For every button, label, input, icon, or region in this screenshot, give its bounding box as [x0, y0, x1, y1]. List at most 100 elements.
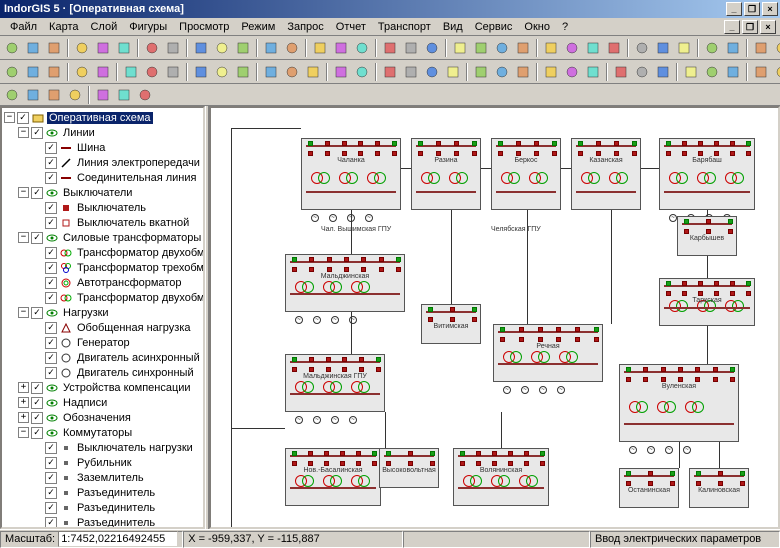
switch-icon[interactable]	[375, 151, 380, 156]
toolbar-button[interactable]	[513, 62, 533, 82]
menu-help[interactable]: ?	[556, 20, 574, 34]
tree-node[interactable]: Трансформатор двухобмоточный	[4, 290, 201, 305]
switch-icon[interactable]	[678, 377, 683, 382]
menu-file[interactable]: Файл	[4, 20, 43, 34]
switch-icon[interactable]	[614, 151, 619, 156]
toolbar-button[interactable]	[72, 62, 92, 82]
substation[interactable]: Беркос	[491, 138, 561, 210]
switch-icon[interactable]	[450, 317, 455, 322]
toolbar-button[interactable]	[751, 38, 771, 58]
toolbar-button[interactable]	[611, 62, 631, 82]
toolbar-button[interactable]	[44, 38, 64, 58]
toolbar-button[interactable]	[233, 38, 253, 58]
switch-icon[interactable]	[730, 281, 735, 286]
switch-icon[interactable]	[326, 367, 331, 372]
switch-icon[interactable]	[379, 257, 384, 262]
tree-node[interactable]: Выключатель	[4, 200, 201, 215]
tree-label[interactable]: Трансформатор двухобмоточный	[75, 292, 205, 304]
toolbar-button[interactable]	[513, 38, 533, 58]
trafo-icon[interactable]	[294, 380, 316, 394]
switch-icon[interactable]	[718, 471, 723, 476]
switch-icon[interactable]	[508, 461, 513, 466]
switch-icon[interactable]	[524, 461, 529, 466]
checkbox[interactable]	[45, 142, 57, 154]
substation[interactable]: Останинская	[619, 468, 679, 508]
switch-icon[interactable]	[746, 291, 751, 296]
switch-icon[interactable]	[718, 481, 723, 486]
tree-node[interactable]: Обобщенная нагрузка	[4, 320, 201, 335]
switch-icon[interactable]	[309, 357, 314, 362]
toolbar-button[interactable]	[681, 62, 701, 82]
switch-icon[interactable]	[418, 151, 423, 156]
switch-icon[interactable]	[538, 327, 543, 332]
switch-icon[interactable]	[575, 337, 580, 342]
switch-icon[interactable]	[408, 451, 413, 456]
checkbox[interactable]	[45, 277, 57, 289]
toolbar-button[interactable]	[352, 62, 372, 82]
checkbox[interactable]	[31, 187, 43, 199]
toolbar-button[interactable]	[422, 62, 442, 82]
toolbar-button[interactable]	[233, 62, 253, 82]
switch-icon[interactable]	[643, 367, 648, 372]
switch-icon[interactable]	[386, 461, 391, 466]
tree-node[interactable]: Шина	[4, 140, 201, 155]
scale-input[interactable]	[58, 531, 178, 547]
switch-icon[interactable]	[472, 317, 477, 322]
tree-label[interactable]: Трансформатор двухобмоточный	[75, 247, 205, 259]
switch-icon[interactable]	[661, 377, 666, 382]
trafo-icon[interactable]	[294, 474, 316, 488]
switch-icon[interactable]	[428, 317, 433, 322]
switch-icon[interactable]	[626, 471, 631, 476]
switch-icon[interactable]	[740, 481, 745, 486]
close-button[interactable]: ×	[762, 2, 778, 16]
substation[interactable]: Казанская	[571, 138, 641, 210]
switch-icon[interactable]	[524, 451, 529, 456]
tree-label[interactable]: Линии	[61, 127, 97, 139]
tree-label[interactable]: Двигатель синхронный	[75, 367, 196, 379]
tree-label[interactable]: Соединительная линия	[75, 172, 198, 184]
gen-icon[interactable]: ~	[331, 316, 339, 324]
substation[interactable]: Барябаш	[659, 138, 755, 210]
toolbar-button[interactable]	[2, 85, 22, 105]
tree-label[interactable]: Разъединитель	[75, 517, 157, 529]
checkbox[interactable]	[45, 367, 57, 379]
toolbar-button[interactable]	[562, 62, 582, 82]
toolbar-button[interactable]	[23, 85, 43, 105]
toolbar-button[interactable]	[751, 62, 771, 82]
toolbar-button[interactable]	[114, 85, 134, 105]
tree-label[interactable]: Выключатель	[75, 202, 148, 214]
switch-icon[interactable]	[556, 327, 561, 332]
switch-icon[interactable]	[684, 229, 689, 234]
tree-label[interactable]: Обозначения	[61, 412, 133, 424]
tree-node[interactable]: −Коммутаторы	[4, 425, 201, 440]
tree-label[interactable]: Разъединитель	[75, 487, 157, 499]
switch-icon[interactable]	[698, 141, 703, 146]
switch-icon[interactable]	[361, 257, 366, 262]
toolbar-button[interactable]	[583, 38, 603, 58]
switch-icon[interactable]	[632, 151, 637, 156]
checkbox[interactable]	[31, 412, 43, 424]
switch-icon[interactable]	[392, 151, 397, 156]
menu-window[interactable]: Окно	[518, 20, 556, 34]
switch-icon[interactable]	[666, 151, 671, 156]
switch-icon[interactable]	[538, 337, 543, 342]
tree-node[interactable]: Трансформатор двухобмоточный	[4, 245, 201, 260]
tree-label[interactable]: Выключатели	[61, 187, 134, 199]
tree-label[interactable]: Выключатель вкатной	[75, 217, 191, 229]
switch-icon[interactable]	[540, 451, 545, 456]
toolbar-button[interactable]	[471, 62, 491, 82]
switch-icon[interactable]	[540, 461, 545, 466]
switch-icon[interactable]	[698, 291, 703, 296]
checkbox[interactable]	[45, 157, 57, 169]
minimize-button[interactable]: _	[726, 2, 742, 16]
checkbox[interactable]	[45, 442, 57, 454]
tree-node[interactable]: Разъединитель	[4, 485, 201, 500]
switch-icon[interactable]	[376, 357, 381, 362]
switch-icon[interactable]	[418, 141, 423, 146]
toolbar-button[interactable]	[2, 38, 22, 58]
switch-icon[interactable]	[342, 367, 347, 372]
toolbar-button[interactable]	[653, 38, 673, 58]
toolbar-button[interactable]	[23, 62, 43, 82]
trafo-icon[interactable]	[310, 171, 332, 185]
expander-icon[interactable]: +	[18, 382, 29, 393]
